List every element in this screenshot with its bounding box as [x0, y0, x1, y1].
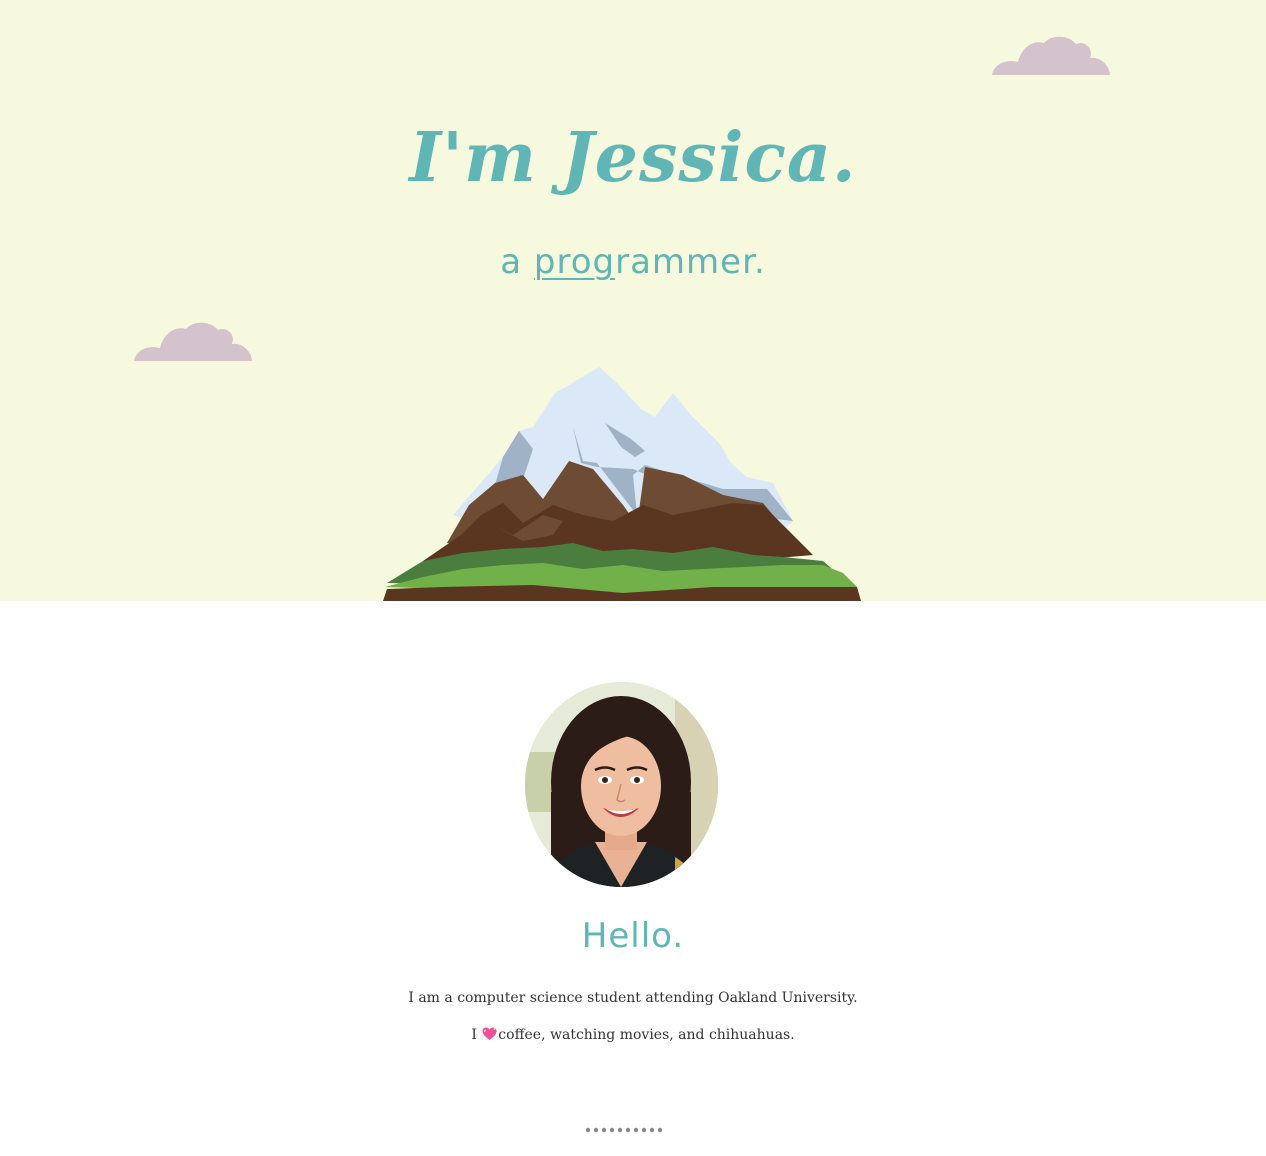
hero-section: I'm Jessica. a programmer. [0, 0, 1266, 601]
pagination-dot[interactable] [609, 1127, 615, 1133]
subtitle-prefix: a [500, 242, 534, 282]
cloud-icon [992, 36, 1110, 75]
pagination-dot[interactable] [625, 1127, 631, 1133]
pagination-dots[interactable] [585, 1127, 665, 1133]
avatar-illustration [525, 682, 718, 887]
pagination-dot[interactable] [585, 1127, 591, 1133]
sparkling-heart-icon [482, 1027, 497, 1043]
mountain-illustration [383, 367, 861, 601]
pagination-dot[interactable] [593, 1127, 599, 1133]
hero-subtitle: a programmer. [0, 242, 1266, 282]
pagination-dot[interactable] [649, 1127, 655, 1133]
hero-title: I'm Jessica. [409, 118, 857, 198]
bio-line-2-prefix: I [471, 1027, 482, 1043]
subtitle-rest: rammer. [615, 242, 766, 282]
cloud-icon [134, 322, 252, 361]
subtitle-typed-text: prog [533, 242, 616, 282]
pagination-dot[interactable] [641, 1127, 647, 1133]
bio-line-2: I coffee, watching movies, and chihuahua… [0, 1027, 1266, 1043]
bio-line-2-suffix: coffee, watching movies, and chihuahuas. [498, 1027, 795, 1043]
pagination-dot[interactable] [601, 1127, 607, 1133]
pagination-dot[interactable] [617, 1127, 623, 1133]
pagination-dot[interactable] [657, 1127, 663, 1133]
about-heading: Hello. [581, 916, 685, 956]
bio-line-1: I am a computer science student attendin… [408, 990, 858, 1006]
pagination-dot[interactable] [633, 1127, 639, 1133]
about-section: Hello. I am a computer science student a… [0, 601, 1266, 1156]
profile-photo [525, 682, 718, 887]
